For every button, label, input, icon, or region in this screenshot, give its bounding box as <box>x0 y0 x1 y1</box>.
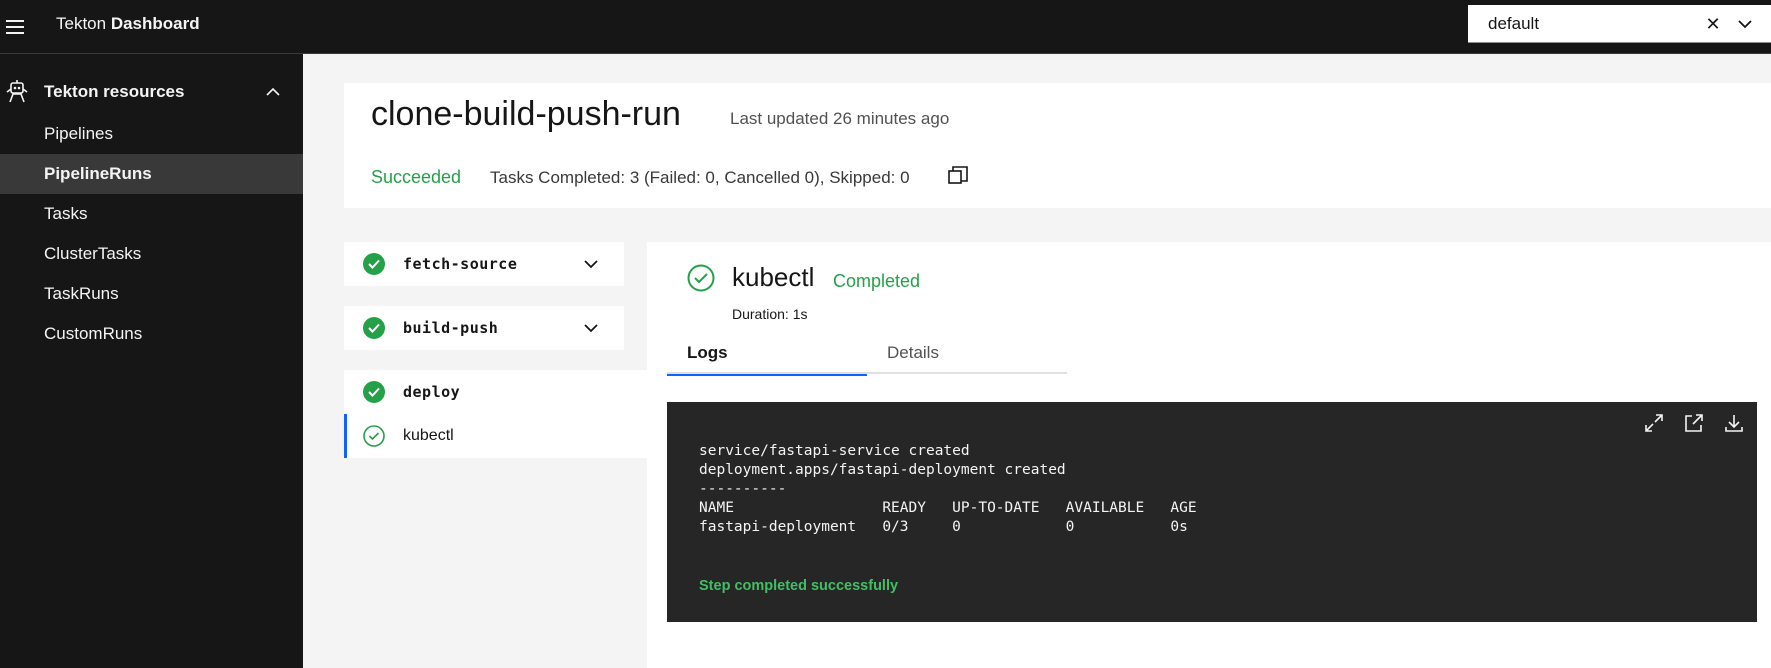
run-status: Succeeded <box>371 167 462 187</box>
success-filled-icon <box>363 317 385 339</box>
log-viewer: service/fastapi-service created deployme… <box>667 402 1757 622</box>
success-filled-icon <box>363 253 385 275</box>
chevron-up-icon[interactable] <box>264 83 282 101</box>
tab-logs[interactable]: Logs <box>667 334 867 376</box>
brand-suffix: Dashboard <box>110 14 200 33</box>
sidebar-item-tasks[interactable]: Tasks <box>0 194 303 234</box>
copy-icon[interactable] <box>947 165 969 187</box>
sidebar: Tekton resources Pipelines PipelineRuns … <box>0 54 303 668</box>
pipelinerun-header: clone-build-push-run Last updated 26 min… <box>344 83 1771 208</box>
launch-icon[interactable] <box>1683 412 1705 434</box>
brand-prefix: Tekton <box>56 14 107 33</box>
task-build-push[interactable]: build-push <box>344 306 624 350</box>
step-details-panel: kubectl Completed Duration: 1s Logs Deta… <box>647 242 1771 668</box>
step-duration: Duration: 1s <box>732 306 808 322</box>
tasks-summary: Tasks Completed: 3 (Failed: 0, Cancelled… <box>490 168 910 187</box>
step-completed-message: Step completed successfully <box>699 578 899 594</box>
task-name: build-push <box>403 319 499 337</box>
log-line: service/fastapi-service created <box>699 443 970 459</box>
tab-details[interactable]: Details <box>867 334 1067 374</box>
log-line: deployment.apps/fastapi-deployment creat… <box>699 462 1066 478</box>
namespace-select[interactable]: default ✕ <box>1468 5 1771 43</box>
chevron-down-icon[interactable] <box>582 255 600 273</box>
sidebar-item-clustertasks[interactable]: ClusterTasks <box>0 234 303 274</box>
download-icon[interactable] <box>1723 412 1745 434</box>
sidebar-item-customruns[interactable]: CustomRuns <box>0 314 303 354</box>
last-updated-text: Last updated 26 minutes ago <box>730 109 950 128</box>
tekton-robot-icon <box>6 80 28 103</box>
log-line: ---------- <box>699 481 787 497</box>
task-fetch-source[interactable]: fetch-source <box>344 242 624 286</box>
task-name: deploy <box>403 383 461 401</box>
sidebar-section-label: Tekton resources <box>44 82 185 101</box>
step-status: Completed <box>833 271 921 291</box>
sidebar-item-taskruns[interactable]: TaskRuns <box>0 274 303 314</box>
chevron-down-icon[interactable] <box>1736 15 1754 33</box>
sidebar-item-pipelineruns[interactable]: PipelineRuns <box>0 154 303 194</box>
maximize-icon[interactable] <box>1643 412 1665 434</box>
log-line: fastapi-deployment 0/3 0 0 0s <box>699 519 1188 535</box>
step-kubectl[interactable]: kubectl <box>344 414 647 458</box>
success-outline-icon <box>363 425 385 447</box>
app-title[interactable]: Tekton Dashboard <box>56 0 200 48</box>
success-outline-icon <box>687 264 715 292</box>
task-name: fetch-source <box>403 255 518 273</box>
sidebar-item-pipelines[interactable]: Pipelines <box>0 114 303 154</box>
step-tabs: Logs Details <box>667 334 1067 376</box>
menu-icon[interactable] <box>0 0 30 54</box>
namespace-value: default <box>1488 14 1540 33</box>
task-deploy: deploy kubectl <box>344 370 647 458</box>
task-deploy-header[interactable]: deploy <box>344 370 647 414</box>
page-title: clone-build-push-run <box>371 95 681 133</box>
main-content: clone-build-push-run Last updated 26 min… <box>303 54 1771 668</box>
sidebar-section-tekton-resources[interactable]: Tekton resources <box>0 74 303 110</box>
close-icon[interactable]: ✕ <box>1702 5 1724 43</box>
step-name: kubectl <box>403 427 454 444</box>
log-output: service/fastapi-service created deployme… <box>699 442 1197 537</box>
step-title: kubectl <box>732 262 815 292</box>
top-header: Tekton Dashboard default ✕ <box>0 0 1771 54</box>
success-filled-icon <box>363 381 385 403</box>
chevron-down-icon[interactable] <box>582 319 600 337</box>
log-line: NAME READY UP-TO-DATE AVAILABLE AGE <box>699 500 1197 516</box>
